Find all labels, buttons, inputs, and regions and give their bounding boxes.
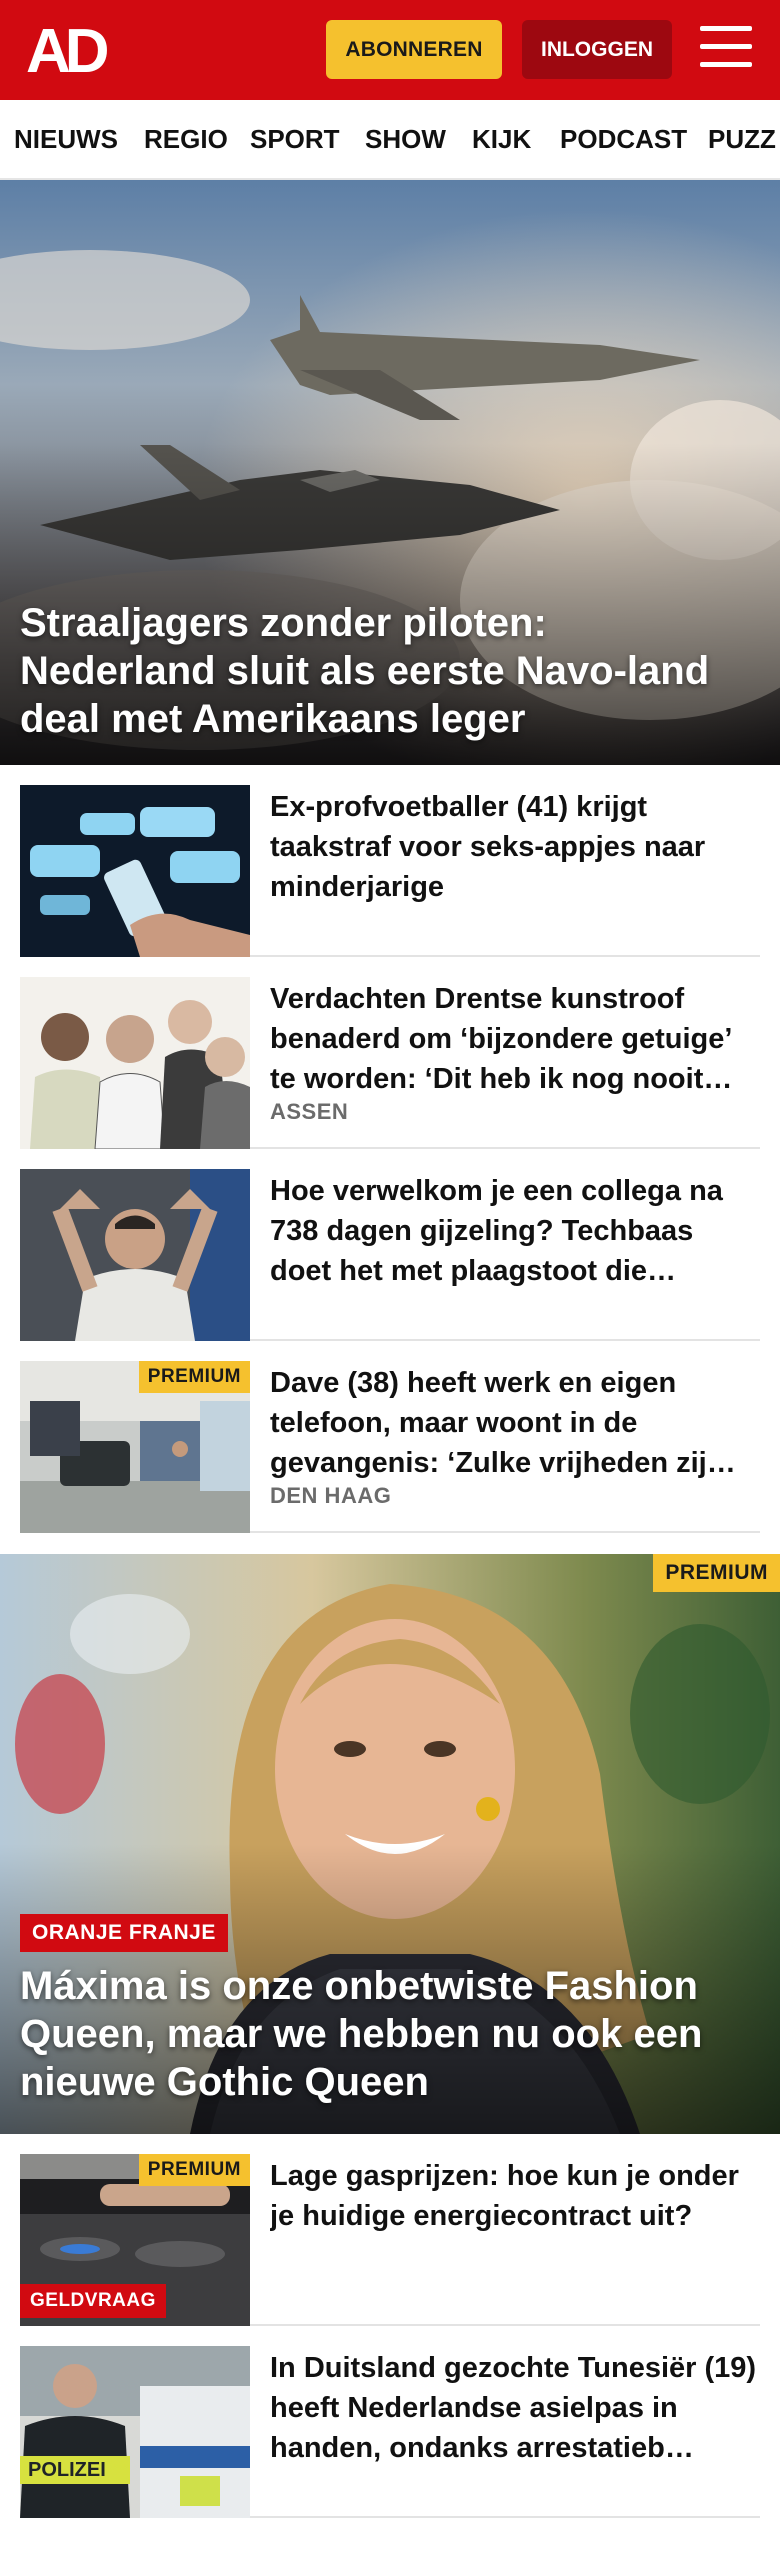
svg-text:POLIZEI: POLIZEI <box>28 2459 106 2481</box>
ad-logo[interactable]: AD <box>26 17 116 86</box>
nav-item-podcast[interactable]: PODCAST <box>560 124 687 155</box>
login-button[interactable]: INLOGGEN <box>522 20 672 79</box>
nav-item-puzzel[interactable]: PUZZ <box>708 124 776 155</box>
feature-title[interactable]: Máxima is onze onbetwiste Fashion Queen,… <box>20 1962 750 2106</box>
premium-badge: PREMIUM <box>138 1361 250 1393</box>
nav-item-nieuws[interactable]: NIEUWS <box>14 124 118 155</box>
article-title[interactable]: Ex-profvoetballer (41) krijgt taakstraf … <box>270 787 760 907</box>
nav-item-sport[interactable]: SPORT <box>250 124 340 155</box>
article-thumbnail <box>20 1169 250 1341</box>
article-title[interactable]: Verdachten Drentse kunstroof benaderd om… <box>270 979 760 1099</box>
list-item[interactable]: Verdachten Drentse kunstroof benaderd om… <box>20 957 760 1149</box>
hero-article[interactable]: Straaljagers zonder piloten: Nederland s… <box>0 180 780 765</box>
article-thumbnail <box>20 785 250 957</box>
feature-article[interactable]: PREMIUM ORANJE FRANJE Máxima is onze onb… <box>0 1554 780 2134</box>
region-tag[interactable]: ASSEN <box>270 1099 348 1125</box>
premium-badge: PREMIUM <box>653 1554 780 1592</box>
article-thumbnail: PREMIUM <box>20 1361 250 1533</box>
article-title[interactable]: Dave (38) heeft werk en eigen telefoon, … <box>270 1363 760 1483</box>
category-label[interactable]: GELDVRAAG <box>20 2284 166 2318</box>
subscribe-button[interactable]: ABONNEREN <box>326 20 502 79</box>
list-item[interactable]: POLIZEI In Duitsland gezochte Tunesiër (… <box>20 2326 760 2518</box>
nav-item-regio[interactable]: REGIO <box>144 124 228 155</box>
article-title[interactable]: Hoe verwelkom je een collega na 738 dage… <box>270 1171 760 1291</box>
list-item[interactable]: Ex-profvoetballer (41) krijgt taakstraf … <box>20 765 760 957</box>
region-tag[interactable]: DEN HAAG <box>270 1483 391 1509</box>
nav-item-kijk[interactable]: KIJK <box>472 124 531 155</box>
premium-badge: PREMIUM <box>138 2154 250 2186</box>
article-thumbnail <box>20 977 250 1149</box>
article-thumbnail: POLIZEI <box>20 2346 250 2518</box>
list-item[interactable]: PREMIUM Dave (38) heeft werk en eigen te… <box>20 1341 760 1533</box>
article-title[interactable]: Lage gasprijzen: hoe kun je onder je hui… <box>270 2156 760 2236</box>
list-item[interactable]: Hoe verwelkom je een collega na 738 dage… <box>20 1149 760 1341</box>
category-label[interactable]: ORANJE FRANJE <box>20 1914 228 1952</box>
nav-item-show[interactable]: SHOW <box>365 124 446 155</box>
article-thumbnail: PREMIUM GELDVRAAG <box>20 2154 250 2326</box>
top-bar: AD ABONNEREN INLOGGEN <box>0 0 780 100</box>
svg-text:AD: AD <box>26 22 108 78</box>
article-title[interactable]: In Duitsland gezochte Tunesiër (19) heef… <box>270 2348 760 2468</box>
hamburger-menu-icon[interactable] <box>700 26 752 72</box>
hero-title[interactable]: Straaljagers zonder piloten: Nederland s… <box>20 599 750 743</box>
list-item[interactable]: PREMIUM GELDVRAAG Lage gasprijzen: hoe k… <box>20 2134 760 2326</box>
section-nav: NIEUWS REGIO SPORT SHOW KIJK PODCAST PUZ… <box>0 100 780 180</box>
